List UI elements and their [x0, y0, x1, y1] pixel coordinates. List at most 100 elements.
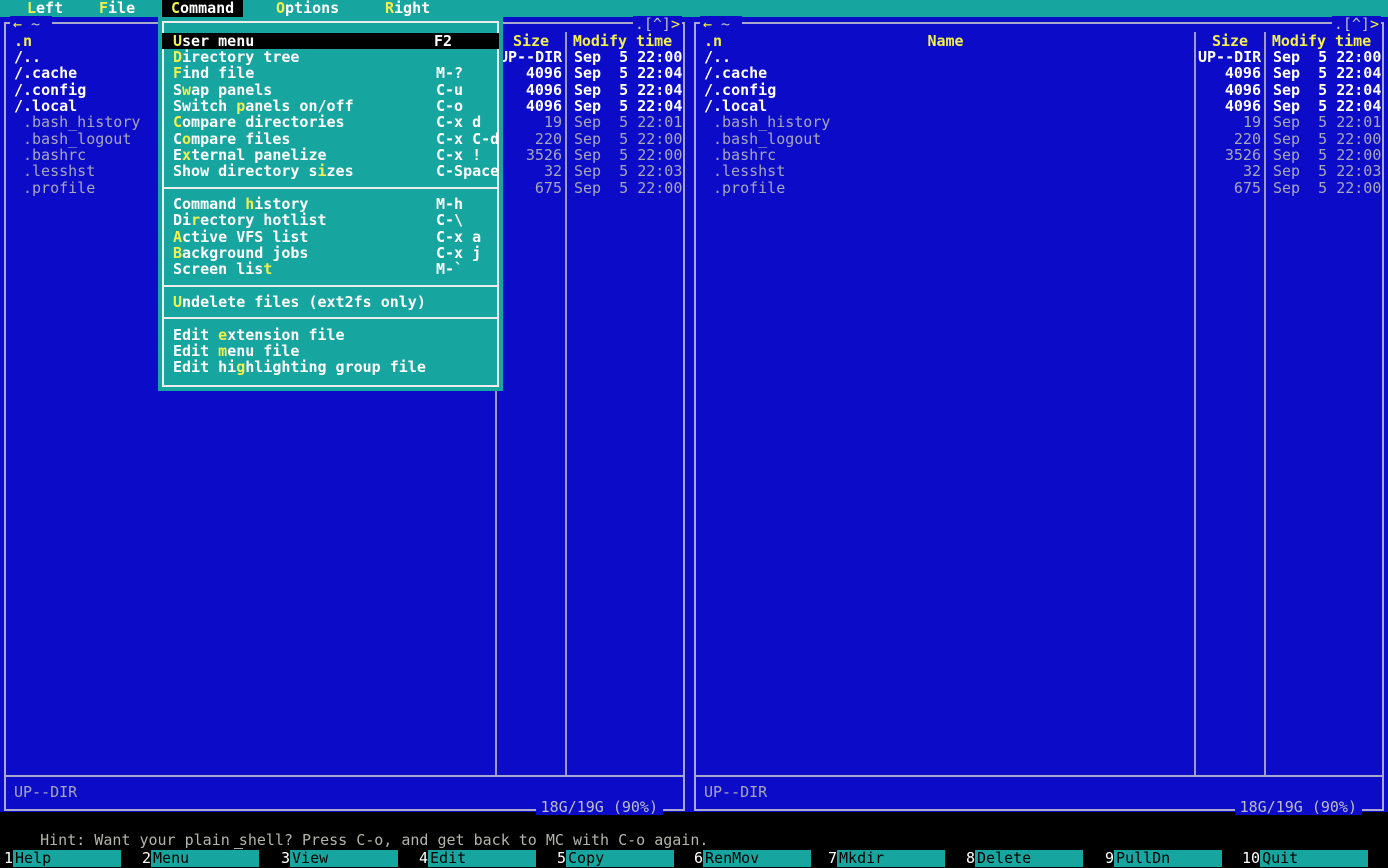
shell-prompt-line[interactable]: midnight@commander:~$ [2, 832, 243, 848]
menu-item-shortcut: F2 [434, 33, 452, 49]
fkey-label: Menu [151, 850, 259, 867]
fkey-label: Help [13, 850, 121, 867]
file-row-lesshst[interactable]: .lesshst32Sep 5 22:03 [696, 163, 1382, 179]
column-header-mtime[interactable]: Modify time [566, 33, 679, 49]
file-row-cache[interactable]: /.cache4096Sep 5 22:04 [696, 65, 1382, 81]
file-row-config[interactable]: /.config4096Sep 5 22:04 [696, 82, 1382, 98]
file-row-bash-history[interactable]: .bash_history19Sep 5 22:01 [696, 114, 1382, 130]
file-name: .profile [23, 180, 95, 196]
panel-path-title: ← ~ [700, 16, 742, 32]
column-header-name[interactable]: Name [696, 33, 1195, 49]
file-row-bashrc[interactable]: .bashrc3526Sep 5 22:00 [696, 147, 1382, 163]
menu-item-find-file[interactable]: Find fileM-? [164, 65, 497, 81]
list-mode-dot: . [635, 15, 644, 33]
menu-item-shortcut: M-h [436, 196, 463, 212]
fkey-help[interactable]: 1Help [4, 850, 121, 867]
menu-item-edit-menu-file[interactable]: Edit menu file [164, 343, 497, 359]
file-mtime: Sep 5 22:00 [1273, 180, 1381, 196]
menubar-item-options[interactable]: Options [267, 0, 348, 17]
fkey-menu[interactable]: 2Menu [142, 850, 259, 867]
ministatus-text: UP--DIR [704, 784, 767, 800]
menu-item-screen-list[interactable]: Screen listM-` [164, 261, 497, 277]
menu-item-edit-extension-file[interactable]: Edit extension file [164, 327, 497, 343]
file-size: 4096 [499, 98, 562, 114]
fkey-view[interactable]: 3View [281, 850, 398, 867]
function-key-bar: 1Help 2Menu 3View 4Edit 5Copy 6RenMov 7Mkdir 8D… [0, 849, 1388, 868]
menu-item-shortcut: C-u [436, 82, 463, 98]
fkey-number: 3 [281, 850, 290, 867]
file-mtime: Sep 5 22:04 [1273, 65, 1381, 81]
fkey-quit[interactable]: 10Quit [1242, 850, 1368, 867]
file-name: /.. [14, 49, 41, 65]
fkey-label: Delete [975, 850, 1083, 867]
file-size: 32 [1198, 163, 1261, 179]
menubar-item-file[interactable]: File [90, 0, 144, 17]
fkey-delete[interactable]: 8Delete [966, 850, 1083, 867]
history-back-icon[interactable]: ← [703, 15, 712, 33]
file-row-[interactable]: /..UP--DIRSep 5 22:00 [696, 49, 1382, 65]
file-name: .bashrc [713, 147, 776, 163]
menu-item-compare-directories[interactable]: Compare directoriesC-x d [164, 114, 497, 130]
disk-usage-label: 18G/19G (90%) [536, 800, 663, 815]
hotkey-letter: F [173, 64, 182, 82]
menu-separator [162, 317, 499, 319]
file-size: 220 [499, 131, 562, 147]
fkey-number: 10 [1242, 850, 1260, 867]
menu-item-edit-highlighting-group-file[interactable]: Edit highlighting group file [164, 359, 497, 375]
ministatus-divider [696, 775, 1382, 777]
file-mtime: Sep 5 22:04 [574, 82, 682, 98]
file-row-local[interactable]: /.local4096Sep 5 22:04 [696, 98, 1382, 114]
menu-item-undelete-files-ext2fs-only[interactable]: Undelete files (ext2fs only) [164, 294, 497, 310]
fkey-number: 5 [557, 850, 566, 867]
fkey-pulldn[interactable]: 9PullDn [1105, 850, 1222, 867]
file-size: 4096 [1198, 98, 1261, 114]
column-header-size[interactable]: Size [496, 33, 566, 49]
menu-item-external-panelize[interactable]: External panelizeC-x ! [164, 147, 497, 163]
hotkey-letter: C [171, 0, 180, 17]
history-back-icon[interactable]: ← [13, 15, 22, 33]
menu-item-active-vfs-list[interactable]: Active VFS listC-x a [164, 229, 497, 245]
history-forward-icon[interactable]: > [1370, 15, 1379, 33]
cdup-button[interactable]: [^] [1343, 15, 1370, 33]
menu-item-directory-tree[interactable]: Directory tree [164, 49, 497, 65]
menu-item-label: Show directory sizes [173, 162, 354, 180]
file-size: 19 [1198, 114, 1261, 130]
file-row-bash-logout[interactable]: .bash_logout220Sep 5 22:00 [696, 131, 1382, 147]
fkey-label: PullDn [1114, 850, 1222, 867]
menu-item-show-directory-sizes[interactable]: Show directory sizesC-Space [164, 163, 497, 179]
column-header-size[interactable]: Size [1195, 33, 1265, 49]
menu-item-command-history[interactable]: Command historyM-h [164, 196, 497, 212]
mc-screen: LeftFileCommandOptionsRight ← ~ .[^]>.nN… [0, 0, 1388, 868]
file-size: 675 [499, 180, 562, 196]
file-name: /.local [14, 98, 77, 114]
menu-item-shortcut: M-? [436, 65, 463, 81]
file-size: 220 [1198, 131, 1261, 147]
menu-item-compare-files[interactable]: Compare filesC-x C-d [164, 131, 497, 147]
file-mtime: Sep 5 22:03 [574, 163, 682, 179]
fkey-renmov[interactable]: 6RenMov [694, 850, 811, 867]
menu-item-directory-hotlist[interactable]: Directory hotlistC-\ [164, 212, 497, 228]
fkey-number: 2 [142, 850, 151, 867]
panel-corner-buttons: .[^]> [633, 16, 682, 32]
fkey-copy[interactable]: 5Copy [557, 850, 674, 867]
fkey-mkdir[interactable]: 7Mkdir [828, 850, 945, 867]
menu-item-background-jobs[interactable]: Background jobsC-x j [164, 245, 497, 261]
fkey-label: View [290, 850, 398, 867]
menu-item-user-menu[interactable]: User menuF2 [162, 33, 499, 49]
cdup-button[interactable]: [^] [644, 15, 671, 33]
menubar-item-command[interactable]: Command [162, 0, 243, 17]
file-mtime: Sep 5 22:01 [574, 114, 682, 130]
history-forward-icon[interactable]: > [671, 15, 680, 33]
file-row-profile[interactable]: .profile675Sep 5 22:00 [696, 180, 1382, 196]
menu-item-shortcut: C-x a [436, 229, 481, 245]
file-size: 4096 [1198, 65, 1261, 81]
menu-item-label: Undelete files (ext2fs only) [173, 293, 426, 311]
menu-item-swap-panels[interactable]: Swap panelsC-u [164, 82, 497, 98]
menu-item-switch-panels-on-off[interactable]: Switch panels on/offC-o [164, 98, 497, 114]
column-header-mtime[interactable]: Modify time [1265, 33, 1378, 49]
file-size: 32 [499, 163, 562, 179]
menubar-item-right[interactable]: Right [376, 0, 439, 17]
file-size: 4096 [499, 65, 562, 81]
fkey-edit[interactable]: 4Edit [419, 850, 536, 867]
menu-item-shortcut: C-x d [436, 114, 481, 130]
